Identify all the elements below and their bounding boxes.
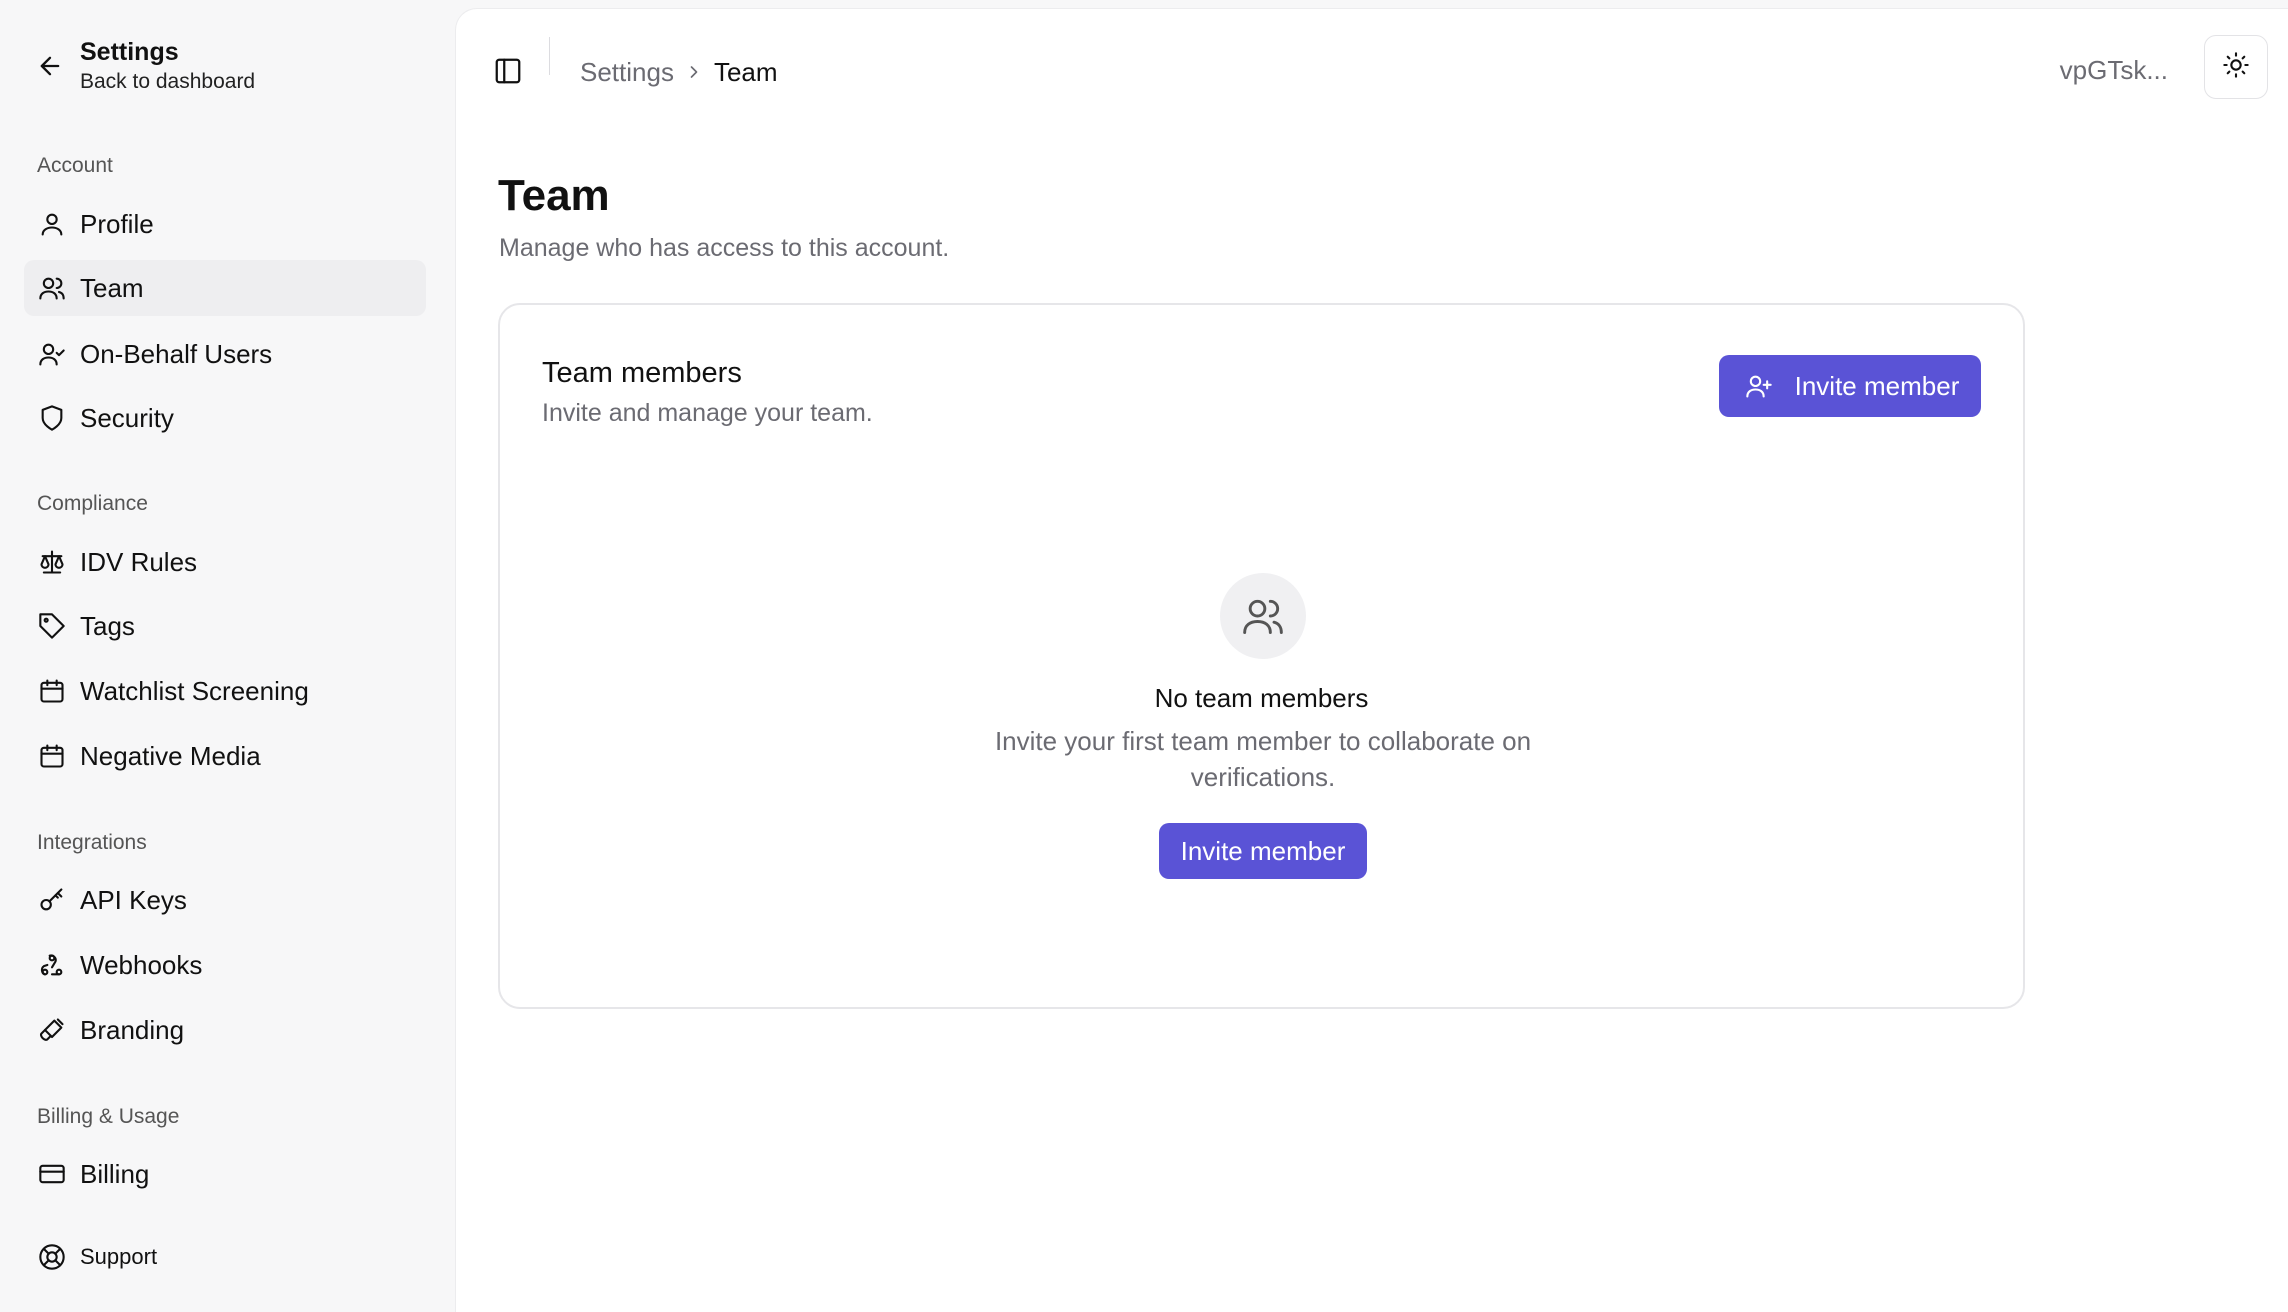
sidebar-item-label: Team <box>80 272 144 303</box>
user-check-icon <box>24 326 80 382</box>
section-label-compliance: Compliance <box>37 492 148 515</box>
life-buoy-icon <box>24 1229 80 1285</box>
sidebar-item-label: Support <box>80 1244 158 1269</box>
invite-member-button[interactable]: Invite member <box>1719 355 1981 417</box>
key-icon <box>24 872 80 928</box>
sidebar-item-label: Negative Media <box>80 740 261 771</box>
user-icon <box>24 196 80 252</box>
empty-state-description: Invite your first team member to collabo… <box>994 726 1532 792</box>
paintbrush-icon <box>24 1002 80 1058</box>
sidebar-item-label: Profile <box>80 208 154 239</box>
account-label[interactable]: vpGTsk... <box>2060 55 2168 86</box>
sidebar-item-label: Branding <box>80 1014 185 1045</box>
card-subtitle: Invite and manage your team. <box>542 399 873 427</box>
sidebar-item-tags[interactable]: Tags <box>24 598 426 654</box>
scale-icon <box>24 534 80 590</box>
theme-toggle-button[interactable] <box>2204 35 2268 99</box>
sidebar-item-negative-media[interactable]: Negative Media <box>24 728 426 784</box>
empty-state-invite-button[interactable]: Invite member <box>1159 823 1367 879</box>
chevron-right-icon <box>674 62 714 82</box>
team-members-card: Team members Invite and manage your team… <box>498 303 2025 1009</box>
back-subtitle: Back to dashboard <box>80 70 256 93</box>
sidebar-item-webhooks[interactable]: Webhooks <box>24 937 426 993</box>
settings-title: Settings <box>80 38 179 66</box>
tag-icon <box>24 598 80 654</box>
sidebar-item-label: On-Behalf Users <box>80 338 273 369</box>
card-title: Team members <box>542 357 742 389</box>
sun-icon <box>2222 51 2250 84</box>
main-panel: Settings Team vpGTsk... Team Manage who … <box>455 8 2288 1312</box>
sidebar-item-on-behalf-users[interactable]: On-Behalf Users <box>24 326 426 382</box>
sidebar-item-support[interactable]: Support <box>24 1229 426 1285</box>
breadcrumb: Settings Team <box>580 53 778 91</box>
sidebar-item-billing[interactable]: Billing <box>24 1146 426 1202</box>
page-title: Team <box>498 171 610 220</box>
user-plus-icon <box>1741 368 1777 404</box>
sidebar-item-label: Security <box>80 402 174 433</box>
empty-state-title: No team members <box>1154 683 1369 713</box>
breadcrumb-current: Team <box>713 56 778 87</box>
back-to-dashboard-link[interactable]: Settings Back to dashboard <box>28 30 448 102</box>
page-subtitle: Manage who has access to this account. <box>499 234 950 262</box>
sidebar-item-label: Tags <box>80 610 135 641</box>
sidebar-item-label: IDV Rules <box>80 546 198 577</box>
sidebar-item-branding[interactable]: Branding <box>24 1002 426 1058</box>
panel-left-icon <box>493 56 523 91</box>
topbar-divider <box>549 37 550 75</box>
section-label-billing: Billing & Usage <box>37 1105 180 1128</box>
calendar-icon <box>24 663 80 719</box>
app-root: Settings Back to dashboard Account Profi… <box>0 0 2288 1312</box>
calendar-icon <box>24 728 80 784</box>
breadcrumb-settings-link[interactable]: Settings <box>580 57 674 88</box>
sidebar-item-label: Billing <box>80 1158 150 1189</box>
sidebar-item-security[interactable]: Security <box>24 390 426 446</box>
invite-member-label: Invite member <box>1794 370 1960 401</box>
sidebar-item-idv-rules[interactable]: IDV Rules <box>24 534 426 590</box>
sidebar-item-watchlist-screening[interactable]: Watchlist Screening <box>24 663 426 719</box>
topbar: Settings Team vpGTsk... <box>456 9 2288 119</box>
webhook-icon <box>24 937 80 993</box>
credit-card-icon <box>24 1146 80 1202</box>
arrow-left-icon <box>28 44 72 88</box>
sidebar-item-label: API Keys <box>80 884 187 915</box>
users-icon <box>24 260 80 316</box>
sidebar-toggle-button[interactable] <box>484 49 532 97</box>
sidebar-item-api-keys[interactable]: API Keys <box>24 872 426 928</box>
shield-icon <box>24 390 80 446</box>
empty-state-users-icon <box>1220 573 1306 659</box>
back-titles: Settings Back to dashboard <box>80 36 255 96</box>
section-label-account: Account <box>37 154 113 177</box>
sidebar-item-team[interactable]: Team <box>24 260 426 316</box>
sidebar: Settings Back to dashboard Account Profi… <box>0 0 455 1312</box>
sidebar-item-label: Watchlist Screening <box>80 675 309 706</box>
sidebar-item-label: Webhooks <box>80 949 203 980</box>
section-label-integrations: Integrations <box>37 831 147 854</box>
sidebar-item-profile[interactable]: Profile <box>24 196 426 252</box>
